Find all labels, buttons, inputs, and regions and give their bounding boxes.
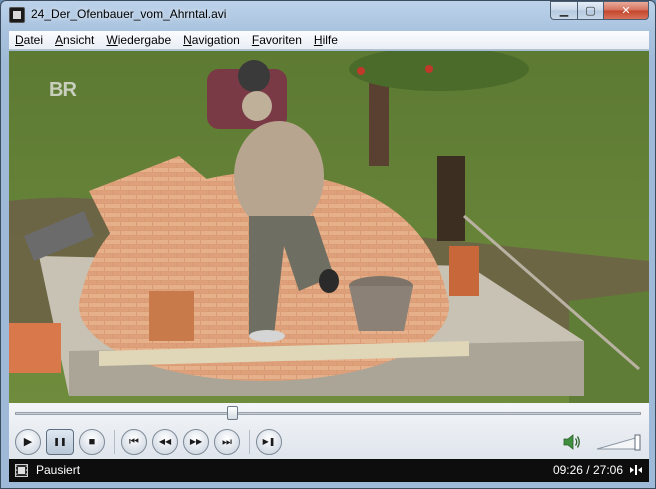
menu-wiedergabe[interactable]: Wiedergabe: [100, 33, 177, 47]
skip-previous-icon: ⏮: [129, 435, 139, 448]
video-frame[interactable]: BR: [9, 51, 649, 403]
seek-bar[interactable]: [15, 412, 641, 415]
stop-button[interactable]: ■: [79, 429, 105, 455]
menu-ansicht[interactable]: Ansicht: [49, 33, 100, 47]
playback-buttons: ▶ ❚❚ ■ ⏮ ◀◀ ▶▶ ⏭ ▶❚: [15, 428, 287, 456]
time-display: 09:26 / 27:06: [552, 463, 623, 477]
pause-button[interactable]: ❚❚: [46, 429, 74, 455]
button-separator: [114, 430, 115, 454]
stop-icon: ■: [88, 435, 96, 448]
control-panel: ▶ ❚❚ ■ ⏮ ◀◀ ▶▶ ⏭ ▶❚: [9, 403, 649, 459]
frame-step-button[interactable]: ▶❚: [256, 429, 282, 455]
frame-step-icon: ▶❚: [262, 437, 276, 446]
channel-logo: BR: [49, 79, 77, 101]
fast-forward-icon: ▶▶: [189, 437, 203, 446]
menu-navigation[interactable]: Navigation: [177, 33, 246, 47]
maximize-button[interactable]: ▢: [577, 1, 603, 20]
pause-icon: ❚❚: [53, 437, 67, 446]
caption-buttons: ▁ ▢ ✕: [550, 1, 649, 20]
menu-favoriten[interactable]: Favoriten: [246, 33, 308, 47]
media-player-window: 24_Der_Ofenbauer_vom_Ahrntal.avi ▁ ▢ ✕ D…: [0, 0, 656, 489]
play-button[interactable]: ▶: [15, 429, 41, 455]
menu-bar: Datei Ansicht Wiedergabe Navigation Favo…: [9, 31, 649, 50]
app-icon[interactable]: [9, 7, 25, 23]
seek-handle[interactable]: [226, 406, 238, 420]
menu-datei[interactable]: Datei: [9, 33, 49, 47]
playback-status: Pausiert: [36, 463, 81, 477]
title-bar[interactable]: 24_Der_Ofenbauer_vom_Ahrntal.avi ▁ ▢ ✕: [1, 1, 655, 30]
status-bar: Pausiert 09:26 / 27:06: [9, 459, 649, 482]
play-icon: ▶: [23, 435, 33, 448]
rewind-icon: ◀◀: [158, 437, 172, 446]
minimize-icon: ▁: [559, 5, 569, 17]
button-separator: [249, 430, 250, 454]
window-title: 24_Der_Ofenbauer_vom_Ahrntal.avi: [31, 7, 227, 21]
minimize-button[interactable]: ▁: [550, 1, 577, 20]
skip-next-icon: ⏭: [222, 435, 232, 448]
previous-button[interactable]: ⏮: [121, 429, 147, 455]
maximize-icon: ▢: [585, 5, 596, 17]
volume-slider[interactable]: [595, 433, 641, 451]
fullscreen-icon[interactable]: [629, 463, 643, 477]
next-button[interactable]: ⏭: [214, 429, 240, 455]
fast-forward-button[interactable]: ▶▶: [183, 429, 209, 455]
rewind-button[interactable]: ◀◀: [152, 429, 178, 455]
film-icon: [15, 464, 28, 477]
speaker-icon[interactable]: [562, 433, 582, 451]
close-button[interactable]: ✕: [603, 1, 649, 20]
volume-handle[interactable]: [634, 434, 641, 451]
close-icon: ✕: [621, 5, 631, 17]
menu-hilfe[interactable]: Hilfe: [308, 33, 344, 47]
video-scene: [9, 51, 649, 403]
